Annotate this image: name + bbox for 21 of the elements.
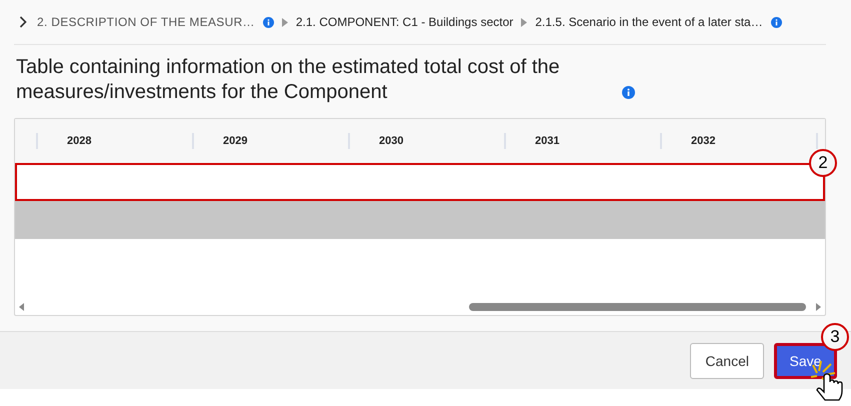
column-header[interactable]: 2029: [194, 133, 350, 149]
column-header[interactable]: 2028: [38, 133, 194, 149]
breadcrumb-item[interactable]: 2. DESCRIPTION OF THE MEASUR…: [37, 15, 255, 29]
save-button[interactable]: Save: [774, 342, 837, 378]
breadcrumb-item[interactable]: 2.1.5. Scenario in the event of a later sta…: [535, 15, 763, 29]
info-icon[interactable]: [262, 16, 274, 28]
column-header[interactable]: 2031: [506, 133, 662, 149]
callout-badge: 2: [809, 149, 837, 177]
scrollbar-thumb[interactable]: [469, 303, 806, 311]
chevron-right-icon[interactable]: [19, 16, 27, 28]
triangle-right-icon: [521, 18, 528, 26]
column-header[interactable]: 2032: [662, 133, 818, 149]
section-title: Table containing information on the estimated total cost of the measures/investments for the Component: [16, 55, 561, 105]
scroll-right-icon[interactable]: [816, 303, 821, 311]
breadcrumb-item[interactable]: 2.1. COMPONENT: C1 - Buildings sector: [296, 15, 514, 29]
info-icon[interactable]: [622, 86, 635, 99]
cancel-button[interactable]: Cancel: [690, 342, 764, 378]
info-icon[interactable]: [770, 16, 782, 28]
scroll-left-icon[interactable]: [19, 303, 24, 311]
triangle-right-icon: [282, 18, 288, 26]
column-header[interactable]: 2030: [350, 133, 506, 149]
